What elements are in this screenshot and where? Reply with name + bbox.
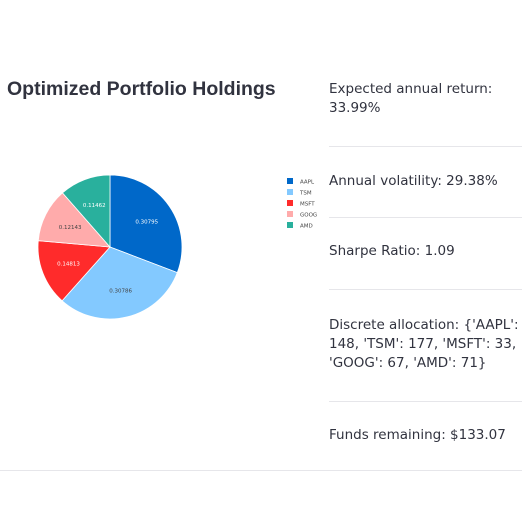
chart-title: Optimized Portfolio Holdings	[7, 78, 276, 100]
legend-label-aapl: AAPL	[300, 180, 315, 186]
legend-swatch-amd	[287, 222, 293, 228]
app-page: Optimized Portfolio Holdings 0.30795 0.30…	[0, 0, 522, 524]
volatility-text: Annual volatility: 29.38%	[329, 173, 498, 189]
legend-label-amd: AMD	[300, 224, 313, 230]
legend-label-tsm: TSM	[299, 191, 312, 197]
legend-label-goog: GOOG	[300, 213, 317, 219]
pie-value-label-aapl: 0.30795	[135, 220, 158, 226]
pie-value-label-msft: 0.14813	[57, 261, 80, 267]
divider	[329, 217, 522, 218]
divider	[329, 289, 522, 290]
metrics-column: Expected annual return: 33.99% Annual vo…	[320, 0, 522, 470]
pie-value-label-goog: 0.12143	[59, 225, 82, 231]
section-divider	[0, 470, 522, 471]
pie-value-label-amd: 0.11462	[83, 203, 106, 209]
legend-swatch-msft	[287, 200, 293, 206]
discrete-allocation-text: Discrete allocation: {'AAPL': 148, 'TSM'…	[329, 317, 519, 371]
divider	[329, 401, 522, 402]
divider	[329, 146, 522, 147]
legend-swatch-tsm	[287, 189, 293, 195]
legend-swatch-goog	[287, 211, 293, 217]
chart-column: Optimized Portfolio Holdings 0.30795 0.30…	[0, 0, 320, 470]
sharpe-ratio-text: Sharpe Ratio: 1.09	[329, 243, 455, 259]
legend-label-msft: MSFT	[300, 202, 315, 208]
pie-value-label-tsm: 0.30786	[109, 288, 132, 294]
legend-swatch-aapl	[287, 178, 293, 184]
funds-remaining-text: Funds remaining: $133.07	[329, 427, 506, 443]
pie-chart: 0.30795 0.30786 0.14813 0.12143 0.11462 AAPL T…	[37, 174, 317, 320]
expected-return-text: Expected annual return: 33.99%	[329, 81, 493, 116]
